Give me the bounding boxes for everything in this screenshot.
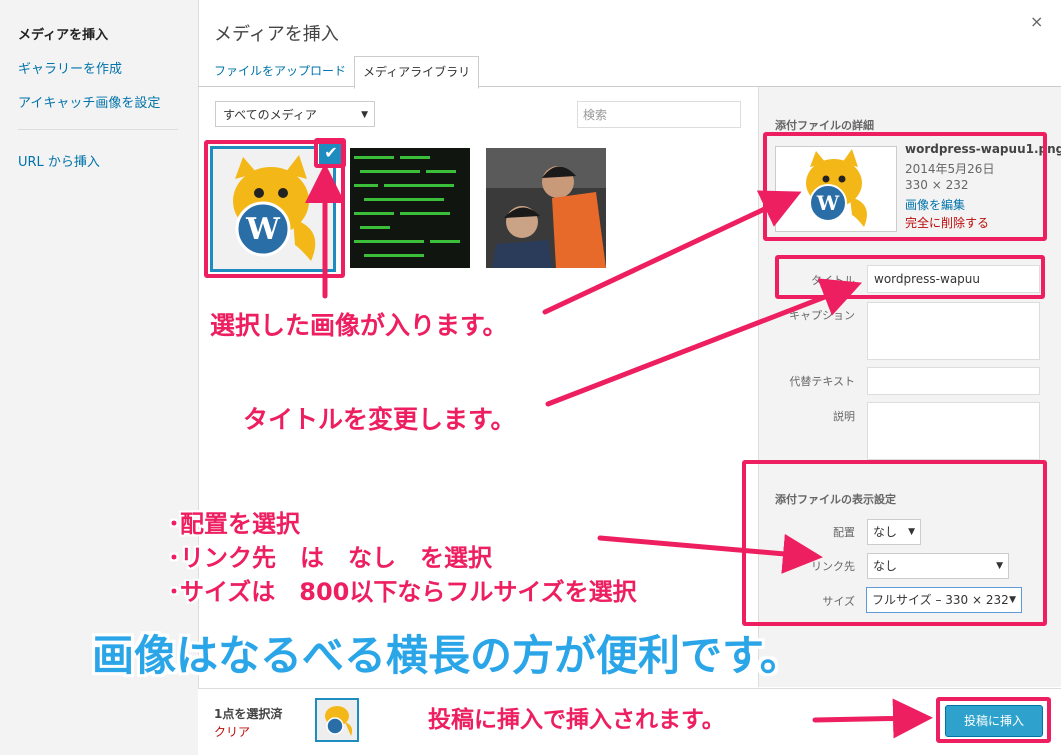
annotation-settings-note-2: ･リンク先 は なし を選択	[168, 544, 492, 572]
annotation-big-caption: 画像はなるべる横長の方が便利です。	[92, 631, 802, 680]
arrow-to-details	[542, 190, 802, 315]
annotation-settings-note-3: ･サイズは 800以下ならフルサイズを選択	[168, 578, 637, 606]
annotation-title-note: タイトルを変更します。	[243, 405, 516, 434]
arrow-to-title	[545, 278, 862, 407]
arrow-to-insert-button	[812, 698, 933, 739]
annotation-settings-note-1: ･配置を選択	[168, 510, 300, 538]
annotation-insert-note: 投稿に挿入で挿入されます。	[428, 707, 725, 733]
arrow-to-display-settings	[597, 533, 823, 574]
annotation-image-note: 選択した画像が入ります。	[210, 311, 508, 340]
